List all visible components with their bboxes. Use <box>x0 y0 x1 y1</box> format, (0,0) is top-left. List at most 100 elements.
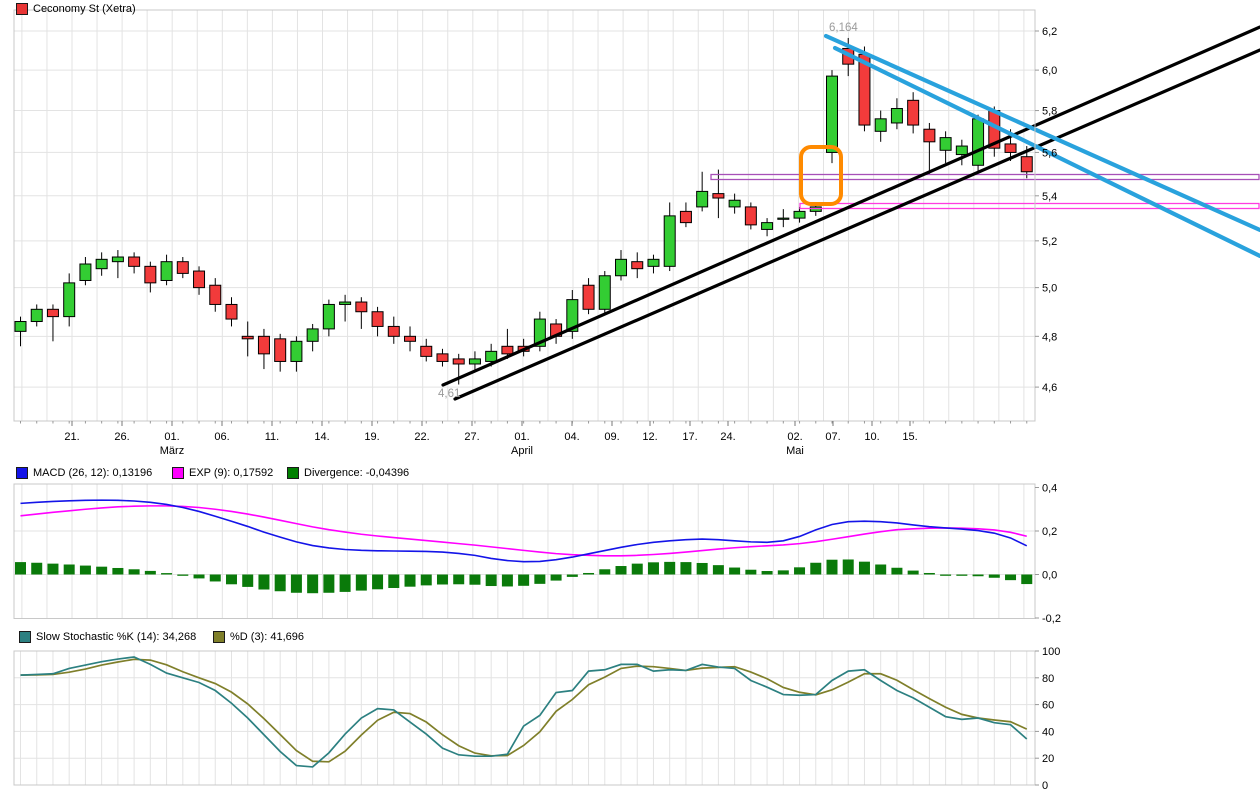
divergence-bar <box>908 571 919 575</box>
candle-body-down <box>242 336 253 338</box>
candle-body-down <box>372 312 383 327</box>
candle <box>15 317 26 347</box>
divergence-bar <box>47 564 58 575</box>
candlestick-series <box>15 38 1032 385</box>
candle-body-up <box>827 76 838 152</box>
date-axis-label: 19. <box>364 431 379 443</box>
candle-body-down <box>453 359 464 364</box>
candle-body-up <box>664 216 675 266</box>
date-axis-label: 17. <box>682 431 697 443</box>
stoch-axis-label: 100 <box>1042 646 1060 658</box>
divergence-bar <box>210 575 221 582</box>
divergence-bar <box>599 569 610 574</box>
candle <box>80 257 91 285</box>
date-axis-label: 10. <box>864 431 879 443</box>
chart-root: 6,1644,616,26,05,85,65,45,25,04,84,621.2… <box>0 0 1260 804</box>
candle-body-up <box>875 119 886 131</box>
candle <box>437 349 448 367</box>
divergence-bar <box>469 575 480 585</box>
candle <box>908 92 919 133</box>
stock-chart-canvas: 6,1644,616,26,05,85,65,45,25,04,84,621.2… <box>0 0 1260 804</box>
date-axis-label: 22. <box>414 431 429 443</box>
divergence-bar <box>80 566 91 575</box>
candle <box>940 131 951 163</box>
divergence-bar <box>697 563 708 575</box>
candle <box>632 252 643 278</box>
candle <box>177 257 188 278</box>
divergence-bar <box>664 562 675 575</box>
resistance-level-5.49 <box>711 175 1259 180</box>
candle <box>599 271 610 314</box>
candle-body-down <box>258 336 269 354</box>
divergence-bar <box>31 563 42 575</box>
candle <box>47 304 58 341</box>
divergence-bar <box>242 575 253 587</box>
candle-body-up <box>469 359 480 364</box>
macd-legend-label: MACD (26, 12): 0,13196 <box>33 467 152 479</box>
divergence-bar <box>778 570 789 574</box>
stoch-axis-label: 20 <box>1042 753 1054 765</box>
divergence-bar <box>843 559 854 574</box>
candle <box>648 255 659 274</box>
date-axis-label: 01. <box>164 431 179 443</box>
candle <box>291 336 302 371</box>
candle <box>794 207 805 223</box>
price-axis-label: 5,8 <box>1042 106 1057 118</box>
candle <box>745 202 756 229</box>
divergence-bar <box>794 567 805 574</box>
candle <box>973 115 984 172</box>
candle-body-down <box>194 271 205 288</box>
divergence-bar <box>859 562 870 575</box>
divergence-bar <box>810 563 821 575</box>
candle-body-down <box>713 194 724 198</box>
price-axis-label: 5,6 <box>1042 147 1057 159</box>
candle-body-down <box>210 285 221 304</box>
divergence-bar <box>680 562 691 574</box>
divergence-bar <box>340 575 351 592</box>
divergence-bar <box>616 566 627 574</box>
date-axis-label: 06. <box>214 431 229 443</box>
candle-body-up <box>112 257 123 262</box>
uptrend-channel-upper <box>443 27 1260 385</box>
price-axis-label: 6,2 <box>1042 26 1057 38</box>
candle-body-down <box>1021 157 1032 172</box>
divergence-bar <box>940 575 951 576</box>
divergence-bar <box>502 575 513 587</box>
candle <box>551 319 562 344</box>
stoch-panel-grid <box>14 651 1035 785</box>
candle-body-up <box>291 341 302 361</box>
candle <box>194 266 205 294</box>
candle-body-up <box>891 109 902 123</box>
candle-body-up <box>323 304 334 328</box>
divergence-legend-label: Divergence: -0,04396 <box>304 467 409 479</box>
candle-body-down <box>421 346 432 356</box>
candle <box>258 329 269 369</box>
candle-body-down <box>908 100 919 125</box>
candle-body-down <box>437 354 448 362</box>
stoch-axis-label: 80 <box>1042 673 1054 685</box>
divergence-bar <box>1021 575 1032 585</box>
candle <box>875 111 886 142</box>
stoch-axis-label: 60 <box>1042 700 1054 712</box>
date-axis-label: 04. <box>564 431 579 443</box>
candle-body-down <box>924 129 935 142</box>
candle <box>891 98 902 129</box>
candle <box>226 297 237 326</box>
divergence-bar <box>194 575 205 579</box>
support-level-5.36 <box>800 204 1259 209</box>
divergence-bar <box>891 568 902 575</box>
candle <box>242 322 253 357</box>
candle-body-up <box>778 218 789 219</box>
date-axis-label: 26. <box>114 431 129 443</box>
candle-body-up <box>340 302 351 304</box>
candle <box>129 252 140 273</box>
price-axis-label: 5,2 <box>1042 236 1057 248</box>
divergence-marker-icon <box>287 467 299 479</box>
divergence-bar <box>453 575 464 585</box>
divergence-bar <box>486 575 497 587</box>
divergence-bar <box>518 575 529 586</box>
divergence-bar <box>405 575 416 587</box>
candle-body-down <box>745 207 756 225</box>
candle-body-up <box>794 211 805 218</box>
macd-legend: MACD (26, 12): 0,13196 EXP (9): 0,17592 … <box>0 467 1260 481</box>
